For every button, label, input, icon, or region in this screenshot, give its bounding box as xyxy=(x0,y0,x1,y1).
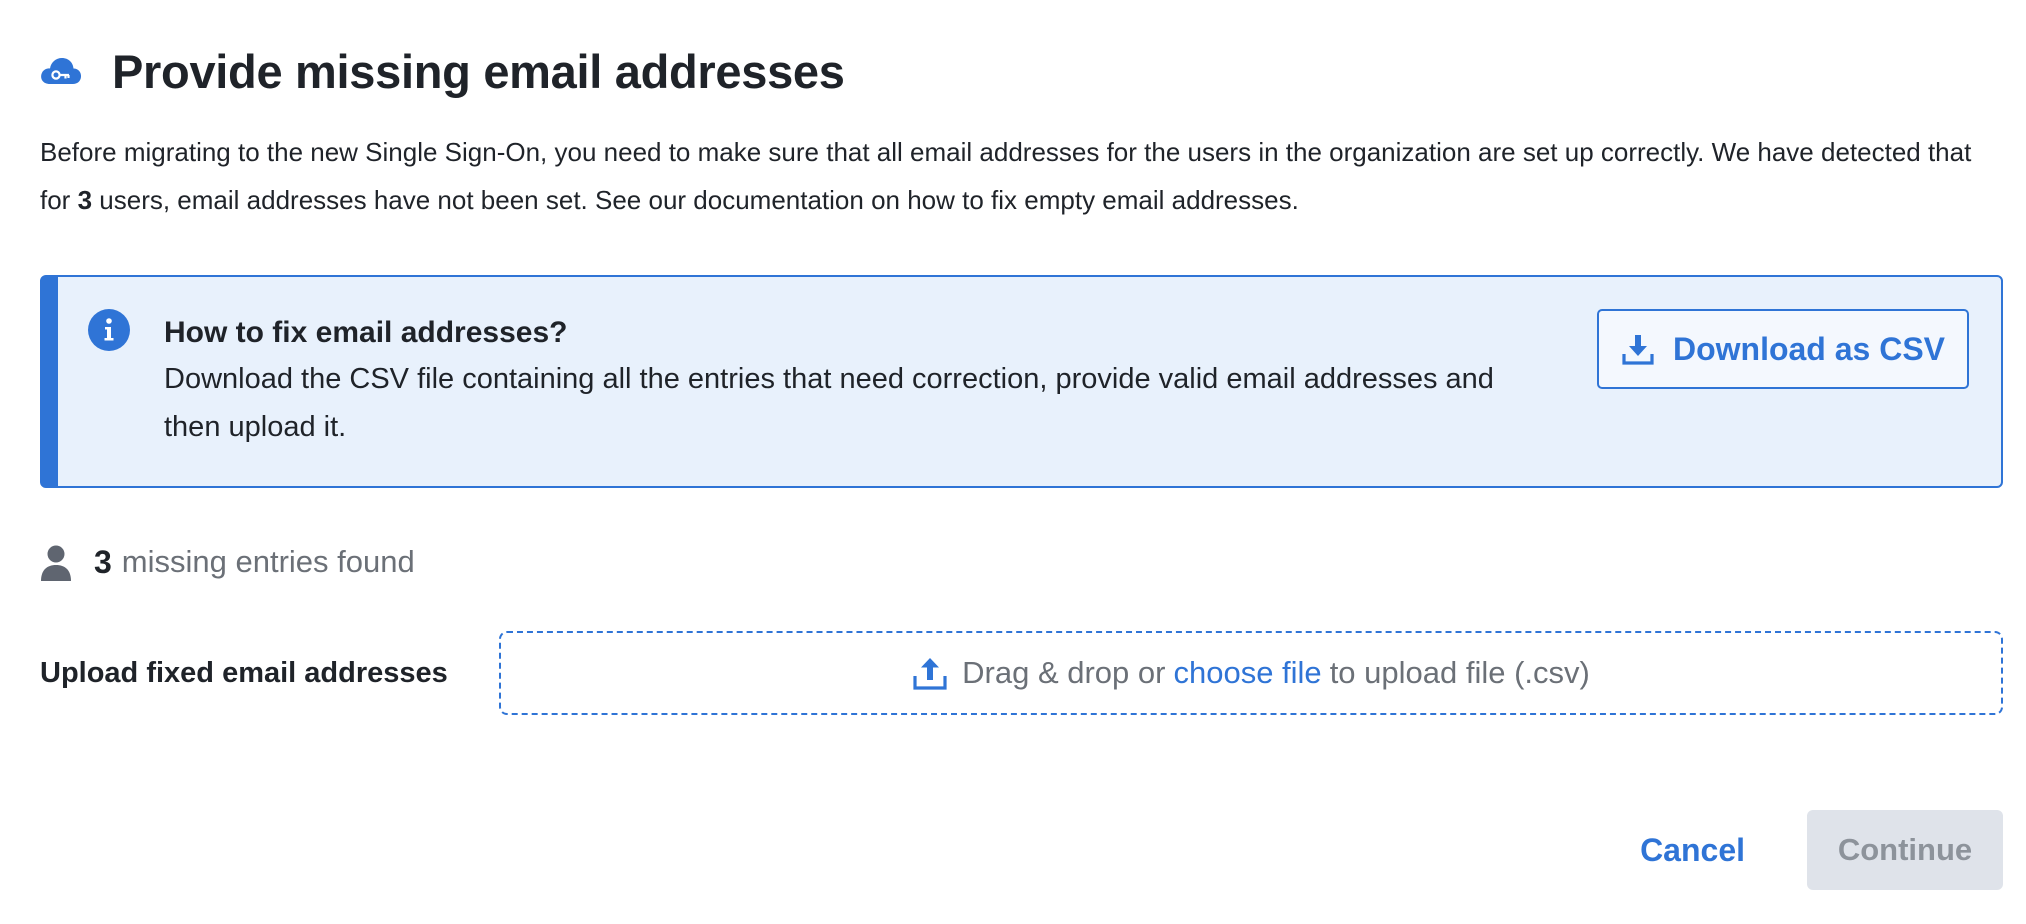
missing-entries-count: 3 xyxy=(94,543,112,580)
migration-dialog: Provide missing email addresses Before m… xyxy=(40,0,2003,924)
dialog-header: Provide missing email addresses xyxy=(40,36,845,106)
dropzone-text-after: to upload file (.csv) xyxy=(1329,655,1590,690)
file-dropzone[interactable]: Drag & drop or choose file to upload fil… xyxy=(499,631,2003,715)
info-icon xyxy=(88,309,130,351)
page-title: Provide missing email addresses xyxy=(112,44,845,98)
choose-file-link[interactable]: choose file xyxy=(1173,655,1321,691)
upload-label: Upload fixed email addresses xyxy=(40,656,448,689)
callout-body: Download the CSV file containing all the… xyxy=(164,363,1494,443)
callout-text: How to fix email addresses? Download the… xyxy=(164,311,1494,451)
missing-entries-summary: 3 missing entries found xyxy=(40,538,415,586)
info-callout: How to fix email addresses? Download the… xyxy=(40,275,2003,488)
intro-user-count: 3 xyxy=(77,185,93,215)
intro-text: Before migrating to the new Single Sign-… xyxy=(40,128,2000,224)
callout-title: How to fix email addresses? xyxy=(164,316,568,349)
continue-button[interactable]: Continue xyxy=(1807,810,2003,890)
person-icon xyxy=(40,542,72,582)
missing-entries-label: missing entries found xyxy=(121,544,415,579)
cloud-key-icon xyxy=(40,50,82,92)
upload-row: Upload fixed email addresses Drag & drop… xyxy=(40,631,2003,715)
intro-text-part2: users, email addresses have not been set… xyxy=(92,185,1299,215)
upload-icon xyxy=(912,655,948,691)
dropzone-text-before: Drag & drop or xyxy=(962,655,1166,690)
cancel-button[interactable]: Cancel xyxy=(1608,810,1777,890)
download-csv-button[interactable]: Download as CSV xyxy=(1597,309,1969,389)
dialog-footer: Cancel Continue xyxy=(1608,810,2003,890)
download-icon xyxy=(1621,332,1655,366)
download-csv-label: Download as CSV xyxy=(1672,330,1946,367)
